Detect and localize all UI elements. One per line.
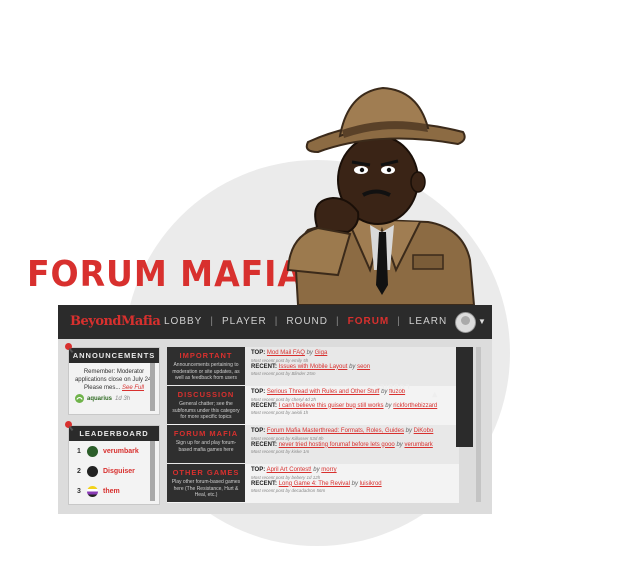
announcements-panel: ANNOUNCEMENTS Remember: Moderator applic… [68, 347, 160, 415]
category-title: OTHER GAMES [172, 468, 240, 477]
site-screenshot: BeyondMafia LOBBY | PLAYER | ROUND | FORUM | LEA… [58, 305, 492, 514]
top-thread-author[interactable]: morry [321, 467, 336, 473]
user-avatar[interactable] [455, 312, 476, 333]
top-thread-link[interactable]: Serious Thread with Rules and Other Stuf… [267, 389, 380, 395]
recent-thread-meta: Most recent post by kiske 1m [251, 449, 310, 454]
leaderboard-scrollbar[interactable] [150, 441, 155, 501]
nav-round[interactable]: ROUND [286, 316, 328, 327]
lobbies-tab[interactable]: LOBBIES ◀ [374, 347, 473, 447]
category-description: General chatter; see the subforums under… [172, 401, 240, 420]
category-title: FORUM MAFIA [173, 429, 239, 438]
page-content: ANNOUNCEMENTS Remember: Moderator applic… [58, 339, 492, 514]
site-logo[interactable]: BeyondMafia [70, 314, 161, 329]
leaderboard-row[interactable]: 2 Disguiser [69, 461, 159, 481]
recent-thread-author[interactable]: verumbark [404, 442, 432, 448]
rank: 1 [77, 447, 81, 455]
recent-thread-meta: Most recent post by decadadron 56m [251, 488, 326, 493]
category-title: IMPORTANT [179, 351, 233, 360]
recent-thread-link[interactable]: never tried hosting forumaf before lets … [279, 442, 395, 448]
nav-player[interactable]: PLAYER [222, 316, 267, 327]
pin-icon [65, 421, 72, 428]
announcements-title: ANNOUNCEMENTS [69, 348, 159, 363]
leaderboard-row[interactable]: 3 them [69, 481, 159, 501]
chevron-down-icon[interactable]: ▼ [478, 317, 486, 326]
recent-thread-author[interactable]: rickforthebizzard [393, 403, 437, 409]
nav-learn[interactable]: LEARN [409, 316, 447, 327]
category-posts: TOP: Mod Mail FAQ by Giga Most recent po… [247, 347, 459, 385]
aquarius-avatar-icon [75, 394, 84, 403]
announcement-author: aquarius 1d 3h [69, 394, 159, 403]
username[interactable]: them [103, 488, 120, 495]
category-posts: TOP: April Art Contest! by morry Most re… [247, 464, 459, 502]
nav-lobby[interactable]: LOBBY [164, 316, 202, 327]
category-posts: TOP: Serious Thread with Rules and Other… [247, 386, 459, 424]
forum-row-important[interactable]: IMPORTANT Announcements pertaining to mo… [167, 347, 459, 386]
avatar-them-icon [87, 485, 98, 497]
announcement-time: 1d 3h [115, 395, 131, 402]
recent-thread-author[interactable]: seon [357, 364, 370, 370]
avatar-disguiser-icon [87, 465, 98, 477]
forum-categories: IMPORTANT Announcements pertaining to mo… [167, 347, 459, 503]
forum-row-discussion[interactable]: DISCUSSION General chatter; see the subf… [167, 386, 459, 425]
category-description: Announcements pertaining to moderation o… [172, 362, 240, 381]
username[interactable]: Disguiser [103, 468, 135, 475]
category-posts: TOP: Forum Mafia Masterthread: Formats, … [247, 425, 459, 463]
nav-forum[interactable]: FORUM [348, 316, 390, 327]
category-card[interactable]: IMPORTANT Announcements pertaining to mo… [167, 347, 245, 385]
top-thread-link[interactable]: April Art Contest! [267, 467, 312, 473]
recent-thread-meta: Most recent post by aeioli 1h [251, 410, 309, 415]
detective-illustration [286, 86, 476, 305]
author-name[interactable]: aquarius [87, 396, 112, 402]
headline: FORUM MAFIA [27, 254, 304, 295]
category-card[interactable]: OTHER GAMES Play other forum-based games… [167, 464, 245, 502]
lobbies-label: LOBBIES ◀ [373, 382, 438, 398]
top-thread-author[interactable]: fluzob [389, 389, 405, 395]
top-thread-author[interactable]: DiKobo [414, 428, 434, 434]
pin-icon [65, 343, 72, 350]
leaderboard-title: LEADERBOARD [69, 426, 159, 441]
recent-thread-meta: Most recent post by Blinder 25m [251, 371, 316, 376]
username[interactable]: verumbark [103, 448, 139, 455]
category-title: DISCUSSION [177, 390, 235, 399]
recent-thread-link[interactable]: I can't believe this guiser bug still wo… [279, 403, 384, 409]
leaderboard-row[interactable]: 1 verumbark [69, 441, 159, 461]
recent-thread-link[interactable]: Issues with Mobile Layout [279, 364, 348, 370]
announcement-text: Remember: Moderator applications close o… [74, 369, 154, 391]
see-full-link[interactable]: See Full [122, 385, 144, 391]
leaderboard-panel: LEADERBOARD 1 verumbark 2 Disguiser 3 th… [68, 425, 160, 505]
category-description: Play other forum-based games here (The R… [171, 479, 241, 498]
rank: 2 [77, 467, 81, 475]
page-scrollbar[interactable] [476, 347, 481, 502]
avatar-verumbark-icon [87, 445, 98, 457]
top-thread-link[interactable]: Forum Mafia Masterthread: Formats, Roles… [267, 428, 404, 434]
rank: 3 [77, 487, 81, 495]
recent-thread-link[interactable]: Long Game 4: The Revival [279, 481, 350, 487]
category-card[interactable]: DISCUSSION General chatter; see the subf… [167, 386, 245, 424]
category-description: Sign up for and play forum-based mafia g… [175, 440, 237, 453]
nav-links: LOBBY | PLAYER | ROUND | FORUM | LEARN [164, 316, 448, 327]
top-thread-link[interactable]: Mod Mail FAQ [267, 350, 305, 356]
recent-thread-author[interactable]: luisikrod [360, 481, 382, 487]
navbar: BeyondMafia LOBBY | PLAYER | ROUND | FORUM | LEA… [58, 305, 492, 339]
category-card[interactable]: FORUM MAFIA Sign up for and play forum-b… [167, 425, 245, 463]
announcements-scrollbar[interactable] [150, 363, 155, 411]
forum-row-forum-mafia[interactable]: FORUM MAFIA Sign up for and play forum-b… [167, 425, 459, 464]
forum-row-other-games[interactable]: OTHER GAMES Play other forum-based games… [167, 464, 459, 503]
top-thread-author[interactable]: Giga [315, 350, 328, 356]
